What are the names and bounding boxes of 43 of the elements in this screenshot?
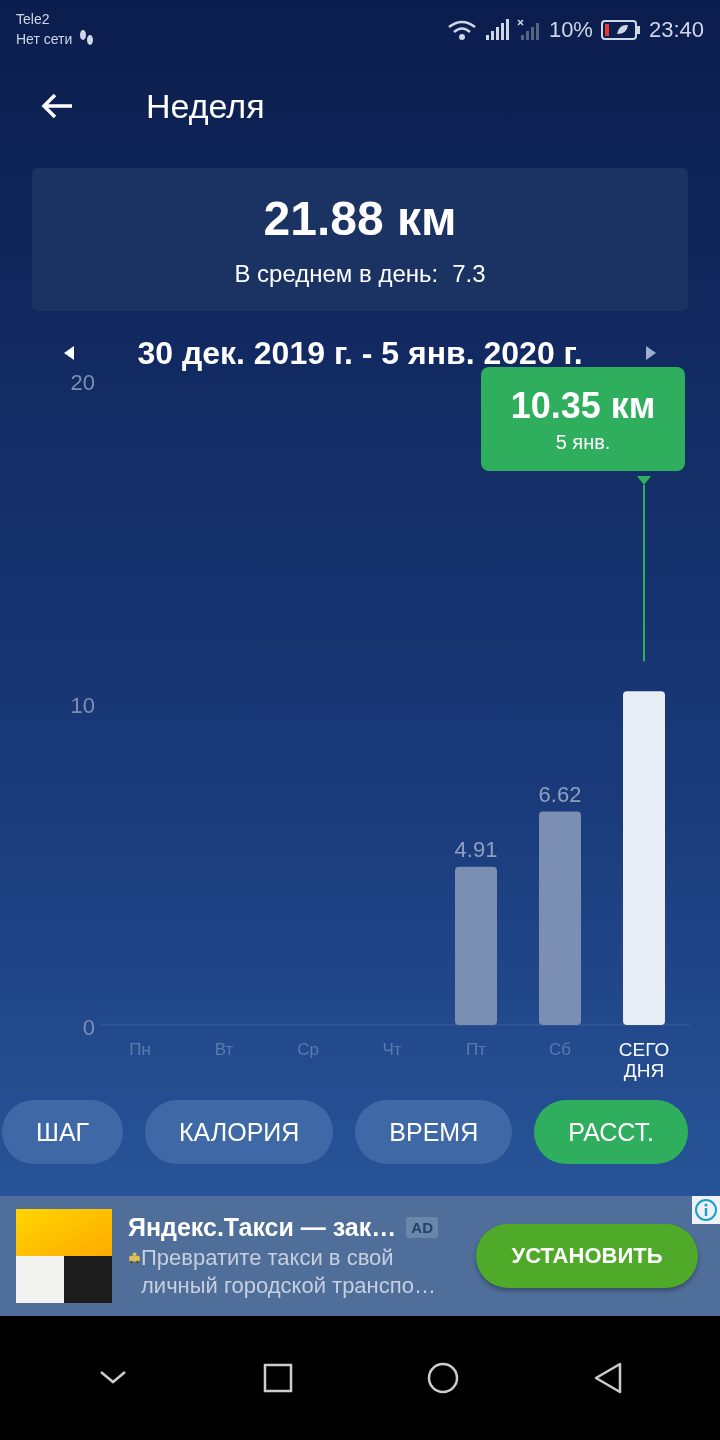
metric-tab[interactable]: РАССТ. [534, 1100, 688, 1164]
square-icon [261, 1362, 294, 1394]
clock: 23:40 [648, 17, 704, 43]
day-label: Пт [466, 1040, 486, 1060]
no-signal-icon [516, 19, 541, 41]
date-range: 30 дек. 2019 г. - 5 янв. 2020 г. [137, 334, 583, 372]
signal-icon [484, 19, 509, 41]
average-value: 7.3 [452, 260, 486, 288]
day-label: Пн [129, 1040, 151, 1060]
left-caret-icon [64, 346, 74, 360]
day-label: СЕГОДНЯ [617, 1040, 671, 1082]
day-label: Ср [297, 1040, 319, 1060]
metric-tab[interactable]: КАЛОРИЯ [145, 1100, 334, 1164]
battery-percent: 10% [548, 17, 593, 43]
battery-icon [600, 19, 641, 41]
screen-title: Неделя [146, 86, 265, 126]
value-label: 6.62 [538, 781, 582, 807]
ad-description: Превратите такси в свой личный городской транспо… [141, 1243, 437, 1300]
install-button[interactable]: УСТАНОВИТЬ [476, 1224, 698, 1288]
average-label: В среднем в день: [234, 260, 439, 288]
value-label: 4.91 [454, 836, 498, 862]
app-logo-icon [16, 1209, 112, 1303]
info-button[interactable] [692, 1196, 720, 1224]
axis-tick-label: 0 [82, 1015, 95, 1040]
tooltip-date: 5 янв. [555, 430, 611, 454]
day-label: Вт [214, 1040, 234, 1060]
axis-tick-label: 10 [70, 692, 95, 718]
day-label: Чт [382, 1040, 402, 1060]
metric-tab[interactable]: ШАГ [2, 1100, 124, 1164]
wifi-icon [446, 19, 477, 41]
ad-title: Яндекс.Такси — зак… [128, 1212, 397, 1242]
ad-badge: AD [406, 1216, 438, 1238]
right-caret-icon [646, 346, 656, 360]
circle-icon [426, 1362, 459, 1394]
info-icon [694, 1198, 718, 1222]
day-label: Сб [549, 1040, 571, 1060]
tooltip-value: 10.35 км [510, 384, 656, 427]
total-distance: 21.88 км [263, 191, 457, 246]
carrier-name: Tele2 [16, 11, 51, 27]
back-icon [40, 92, 74, 120]
metric-tab[interactable]: ВРЕМЯ [355, 1100, 513, 1164]
network-status: Нет сети [16, 31, 73, 47]
axis-tick-label: 20 [70, 370, 95, 395]
